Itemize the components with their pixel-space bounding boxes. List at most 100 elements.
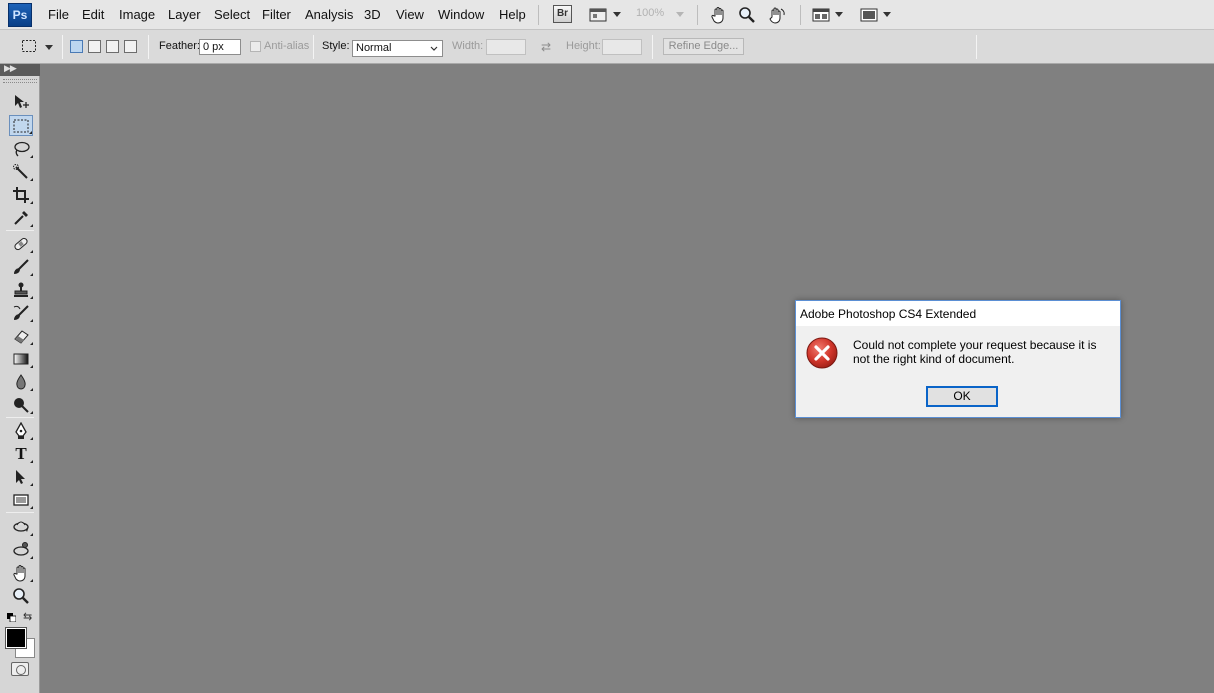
menu-separator (800, 5, 801, 25)
stamp-icon (14, 282, 28, 297)
blur-tool[interactable] (9, 371, 33, 392)
feather-input[interactable]: 0 px (199, 39, 241, 55)
path-selection-icon (16, 469, 25, 484)
menu-filter[interactable]: Filter (262, 7, 291, 22)
rotate-view-button[interactable] (765, 5, 789, 25)
crop-tool[interactable] (9, 184, 33, 205)
3d-rotate-icon (13, 521, 29, 532)
pen-icon (15, 421, 27, 439)
hand-tool[interactable] (9, 562, 33, 583)
dialog-titlebar[interactable]: Adobe Photoshop CS4 Extended (796, 301, 1120, 326)
dodge-tool[interactable] (9, 394, 33, 415)
crop-icon (13, 186, 29, 203)
options-separator (652, 35, 653, 59)
brush-tool[interactable] (9, 256, 33, 277)
3d-rotate-tool[interactable] (9, 516, 33, 537)
height-label: Height: (566, 40, 601, 52)
chevron-down-icon[interactable] (676, 12, 684, 17)
style-select[interactable]: Normal (352, 40, 443, 57)
chevron-down-icon[interactable] (883, 12, 891, 17)
eyedropper-icon (14, 210, 28, 225)
menu-bar: Ps File Edit Image Layer Select Filter A… (0, 0, 1214, 30)
marquee-icon (13, 119, 29, 132)
error-icon (806, 337, 838, 369)
options-separator (148, 35, 149, 59)
swap-dimensions-icon[interactable]: ⇄ (538, 37, 554, 57)
marquee-icon (22, 40, 36, 52)
feather-label: Feather: (159, 40, 200, 52)
eraser-tool[interactable] (9, 325, 33, 346)
quick-mask-button[interactable] (11, 662, 29, 676)
eyedropper-tool[interactable] (9, 207, 33, 228)
screen-mode-icon (860, 8, 878, 22)
menu-layer[interactable]: Layer (168, 7, 201, 22)
quick-selection-icon (13, 163, 28, 179)
gradient-icon (13, 353, 29, 364)
lasso-icon (14, 141, 30, 156)
zoom-tool-button[interactable] (736, 5, 758, 25)
move-tool[interactable] (9, 91, 33, 112)
history-brush-tool[interactable] (9, 302, 33, 323)
anti-alias-label: Anti-alias (264, 40, 310, 52)
chevron-down-icon[interactable] (45, 45, 53, 50)
rectangular-marquee-tool[interactable] (9, 115, 33, 136)
toolbox-header[interactable]: ▶▶ (0, 63, 40, 76)
view-extras-icon (589, 8, 607, 22)
tool-preset-picker[interactable] (18, 36, 40, 56)
menu-analysis[interactable]: Analysis (305, 7, 353, 22)
bridge-button[interactable]: Br (553, 5, 572, 23)
height-input[interactable] (602, 39, 642, 55)
menu-separator (697, 5, 698, 25)
menu-image[interactable]: Image (119, 7, 155, 22)
new-selection-button[interactable] (70, 40, 83, 53)
dodge-icon (14, 397, 29, 413)
menu-help[interactable]: Help (499, 7, 526, 22)
history-brush-icon (13, 304, 29, 320)
drop-icon (16, 373, 26, 389)
error-dialog: Adobe Photoshop CS4 Extended Could not c… (795, 300, 1121, 418)
width-label: Width: (452, 40, 484, 52)
swap-colors-icon[interactable]: ⇆ (23, 610, 32, 623)
rotate-view-icon (769, 7, 785, 24)
screen-mode-button[interactable] (858, 5, 880, 25)
3d-orbit-tool[interactable] (9, 539, 33, 560)
ok-button[interactable]: OK (926, 386, 998, 407)
pen-tool[interactable] (9, 420, 33, 441)
rectangle-tool[interactable] (9, 489, 33, 510)
refine-edge-button[interactable]: Refine Edge... (663, 38, 744, 55)
default-colors-icon[interactable] (7, 613, 16, 622)
menu-select[interactable]: Select (214, 7, 250, 22)
subtract-from-selection-button[interactable] (106, 40, 119, 53)
expand-toolbox-icon[interactable]: ▶▶ (4, 63, 17, 74)
menu-edit[interactable]: Edit (82, 7, 104, 22)
menu-file[interactable]: File (48, 7, 69, 22)
menu-3d[interactable]: 3D (364, 7, 381, 22)
width-input[interactable] (486, 39, 526, 55)
view-extras-button[interactable] (587, 5, 609, 25)
dialog-title: Adobe Photoshop CS4 Extended (800, 307, 977, 321)
options-separator (976, 35, 977, 59)
intersect-selection-button[interactable] (124, 40, 137, 53)
arrange-documents-icon (812, 8, 830, 22)
add-to-selection-button[interactable] (88, 40, 101, 53)
spot-healing-brush-tool[interactable] (9, 233, 33, 254)
chevron-down-icon[interactable] (613, 12, 621, 17)
anti-alias-checkbox[interactable] (250, 41, 261, 52)
arrange-documents-button[interactable] (810, 5, 832, 25)
foreground-color-swatch[interactable] (5, 627, 27, 649)
type-tool[interactable]: T (9, 443, 33, 464)
menu-window[interactable]: Window (438, 7, 484, 22)
clone-stamp-tool[interactable] (9, 279, 33, 300)
chevron-down-icon[interactable] (835, 12, 843, 17)
toolbox-grip[interactable] (3, 79, 37, 83)
quick-selection-tool[interactable] (9, 161, 33, 182)
move-icon (15, 94, 29, 108)
toolbox-separator (6, 417, 34, 418)
hand-icon (711, 7, 724, 24)
gradient-tool[interactable] (9, 348, 33, 369)
menu-view[interactable]: View (396, 7, 424, 22)
zoom-tool[interactable] (9, 585, 33, 606)
path-selection-tool[interactable] (9, 466, 33, 487)
lasso-tool[interactable] (9, 138, 33, 159)
hand-tool-button[interactable] (708, 5, 730, 25)
